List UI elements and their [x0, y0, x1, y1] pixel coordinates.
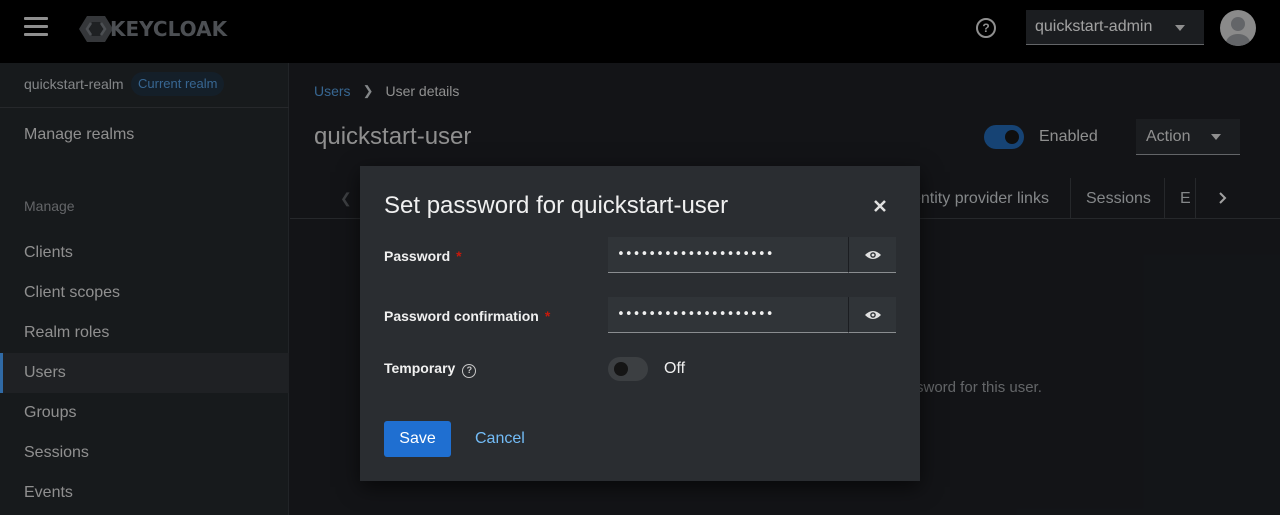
password-confirmation-label: Password confirmation * [384, 308, 551, 324]
modal-title: Set password for quickstart-user [384, 192, 729, 219]
close-icon[interactable] [870, 196, 890, 216]
temporary-toggle[interactable] [608, 357, 648, 381]
help-icon[interactable]: ? [462, 364, 477, 378]
required-mark: * [456, 248, 462, 264]
password-label: Password * [384, 248, 462, 264]
show-password-button[interactable] [848, 237, 896, 273]
password-field-group [608, 237, 896, 273]
eye-icon [864, 250, 881, 259]
show-password-confirmation-button[interactable] [848, 297, 896, 333]
set-password-modal: Set password for quickstart-user Passwor… [360, 166, 920, 481]
cancel-button[interactable]: Cancel [475, 430, 525, 448]
password-confirmation-input[interactable] [608, 297, 848, 333]
temporary-label: Temporary? [384, 360, 477, 378]
password-confirmation-field-group [608, 297, 896, 333]
temporary-state-label: Off [664, 360, 686, 377]
password-input[interactable] [608, 237, 848, 273]
eye-icon [864, 310, 881, 319]
required-mark: * [544, 308, 551, 324]
save-button[interactable]: Save [384, 421, 451, 457]
